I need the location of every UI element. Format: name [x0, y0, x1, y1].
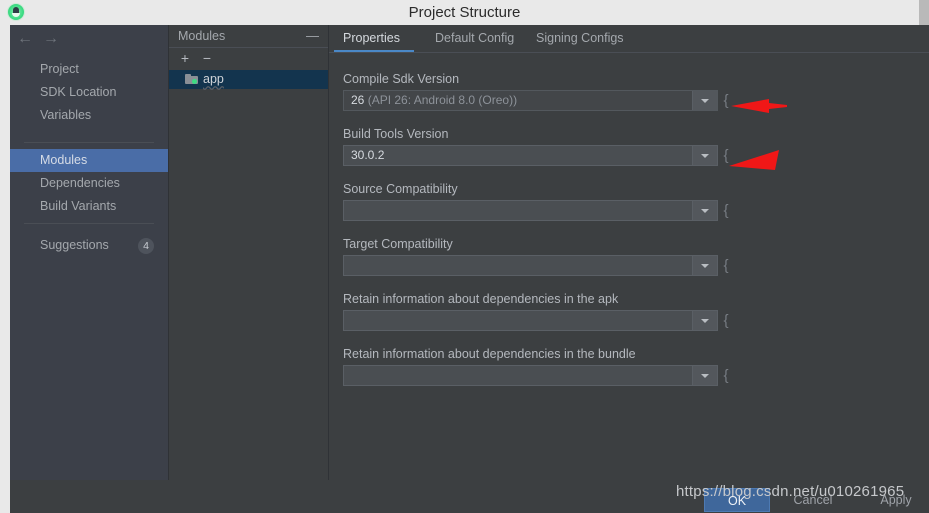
build-tools-version-combo[interactable]: 30.0.2 — [343, 145, 718, 166]
dialog-body: ← → Project SDK Location Variables Modul… — [10, 25, 929, 513]
tab-properties[interactable]: Properties — [343, 25, 400, 51]
annotation-arrow-build-tools — [727, 148, 782, 173]
remove-module-icon[interactable]: − — [199, 47, 215, 70]
sidebar-item-sdk-location[interactable]: SDK Location — [10, 81, 168, 104]
suggestions-count-badge: 4 — [138, 238, 154, 254]
module-tree-item-label: app — [203, 72, 224, 86]
folder-module-icon — [185, 74, 198, 84]
compile-sdk-version-combo[interactable]: 26 (API 26: Android 8.0 (Oreo)) — [343, 90, 718, 111]
window-left-rail — [0, 25, 10, 513]
modules-toolbar: + − — [169, 47, 328, 71]
chevron-down-icon[interactable] — [692, 311, 717, 330]
retain-info-apk-combo[interactable] — [343, 310, 718, 331]
title-bar: Project Structure — [0, 0, 929, 25]
tab-signing-configs[interactable]: Signing Configs — [536, 25, 624, 51]
retain-info-bundle-combo[interactable] — [343, 365, 718, 386]
field-label: Target Compatibility — [343, 237, 453, 251]
tab-bar-baseline — [329, 52, 929, 53]
tab-bar: Properties Default Config Signing Config… — [329, 25, 929, 53]
module-tree-item-app[interactable]: app — [169, 70, 328, 89]
sidebar-item-build-variants[interactable]: Build Variants — [10, 195, 168, 218]
add-module-icon[interactable]: + — [177, 47, 193, 70]
chevron-down-icon[interactable] — [692, 201, 717, 220]
collapse-icon[interactable]: — — [306, 25, 319, 47]
sidebar-item-suggestions[interactable]: Suggestions 4 — [10, 234, 168, 257]
forward-arrow-icon[interactable]: → — [42, 30, 60, 48]
field-label: Source Compatibility — [343, 182, 458, 196]
sidebar-item-label: Suggestions — [40, 238, 109, 252]
source-compatibility-combo[interactable] — [343, 200, 718, 221]
field-brace-decoration: { — [723, 312, 729, 329]
combo-value-suffix: (API 26: Android 8.0 (Oreo)) — [364, 93, 518, 107]
combo-value-main: 26 — [351, 93, 365, 107]
field-label: Retain information about dependencies in… — [343, 347, 636, 361]
window-title: Project Structure — [408, 4, 521, 21]
sidebar-nav-arrows: ← → — [10, 25, 168, 52]
sidebar-group-mid: Modules Dependencies Build Variants — [10, 149, 168, 218]
field-brace-decoration: { — [723, 257, 729, 274]
sidebar: ← → Project SDK Location Variables Modul… — [10, 25, 169, 480]
back-arrow-icon[interactable]: ← — [16, 30, 34, 48]
field-label: Retain information about dependencies in… — [343, 292, 619, 306]
modules-panel: Modules — + − app — [169, 25, 329, 480]
content-pane: Properties Default Config Signing Config… — [329, 25, 929, 480]
chevron-down-icon[interactable] — [692, 366, 717, 385]
chevron-down-icon[interactable] — [692, 91, 717, 110]
sidebar-divider-1 — [24, 142, 154, 143]
modules-panel-header: Modules — — [169, 25, 328, 48]
sidebar-group-bottom: Suggestions 4 — [10, 234, 168, 257]
chevron-down-icon[interactable] — [692, 256, 717, 275]
annotation-arrow-compile-sdk — [729, 95, 789, 117]
sidebar-item-dependencies[interactable]: Dependencies — [10, 172, 168, 195]
chevron-down-icon[interactable] — [692, 146, 717, 165]
combo-value: 26 (API 26: Android 8.0 (Oreo)) — [351, 91, 517, 110]
sidebar-item-variables[interactable]: Variables — [10, 104, 168, 127]
field-label: Compile Sdk Version — [343, 72, 460, 86]
sidebar-group-top: Project SDK Location Variables — [10, 58, 168, 127]
sidebar-item-modules[interactable]: Modules — [10, 149, 168, 172]
field-label: Build Tools Version — [343, 127, 449, 141]
project-structure-window: Project Structure ← → Project SDK Locati… — [0, 0, 929, 513]
field-brace-decoration: { — [723, 367, 729, 384]
modules-panel-title: Modules — [178, 29, 226, 43]
sidebar-item-project[interactable]: Project — [10, 58, 168, 81]
sidebar-divider-2 — [24, 223, 154, 224]
target-compatibility-combo[interactable] — [343, 255, 718, 276]
combo-value: 30.0.2 — [351, 146, 384, 165]
field-brace-decoration: { — [723, 202, 729, 219]
watermark-text: https://blog.csdn.net/u010261965 — [676, 483, 905, 500]
title-bar-right-rail — [919, 0, 929, 25]
tab-default-config[interactable]: Default Config — [435, 25, 514, 51]
combo-value-main: 30.0.2 — [351, 148, 385, 162]
